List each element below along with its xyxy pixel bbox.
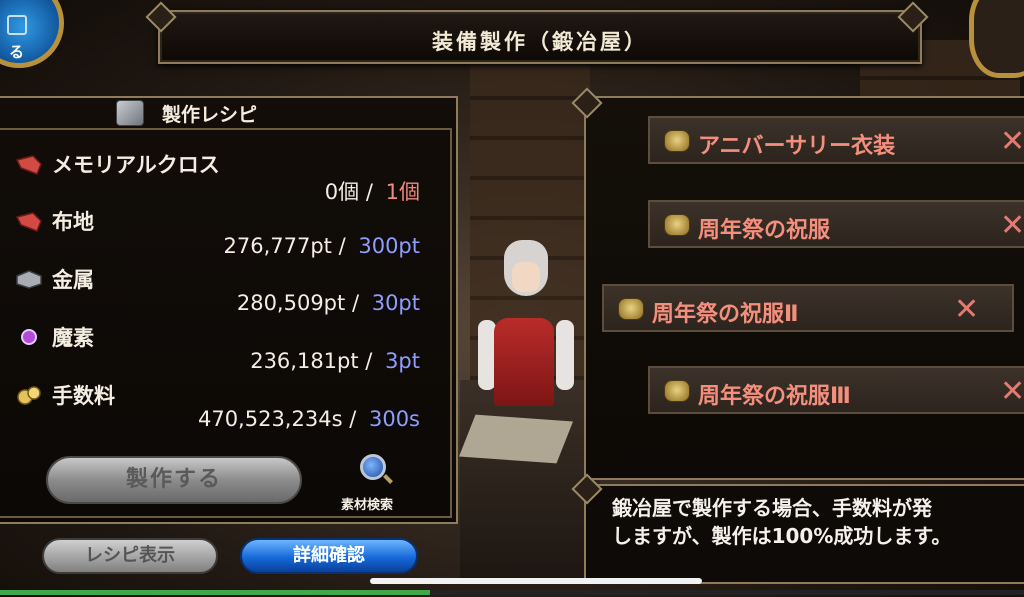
list-item-label: 周年祭の祝服Ⅲ	[698, 384, 851, 409]
material-name: 手数料	[52, 384, 115, 408]
product-count: 0個 / 1個	[325, 176, 420, 206]
list-item-label: 周年祭の祝服	[698, 218, 831, 243]
detail-button[interactable]: 詳細確認	[240, 538, 418, 574]
material-count: 470,523,234s / 300s	[198, 407, 420, 431]
count-separator: /	[338, 234, 346, 258]
treasure-icon	[664, 380, 690, 402]
cloth-icon	[15, 155, 42, 175]
message-text: 鍛冶屋で製作する場合、手数料が発 しますが、製作は100%成功します。	[612, 494, 1024, 550]
progress-bar	[0, 590, 1024, 595]
count-separator: /	[365, 349, 373, 373]
message-line: しますが、製作は100%成功します。	[612, 524, 952, 548]
page-title: 装備製作（鍛冶屋）	[432, 30, 648, 54]
character-arm-right	[556, 320, 574, 390]
close-icon[interactable]: ✕	[1000, 374, 1024, 409]
list-item-label: アニバーサリー衣装	[698, 134, 896, 159]
list-item[interactable]: アニバーサリー衣装 ✕	[648, 116, 1024, 164]
character-face	[512, 262, 540, 292]
message-line: 鍛冶屋で製作する場合、手数料が発	[612, 496, 932, 520]
material-count: 236,181pt / 3pt	[250, 349, 420, 373]
metal-icon	[16, 270, 42, 289]
back-button[interactable]: る	[0, 0, 64, 68]
coins-icon	[17, 386, 41, 405]
title-banner: 装備製作（鍛冶屋）	[158, 10, 922, 64]
material-name: 布地	[52, 210, 94, 234]
material-have: 470,523,234s	[197, 407, 343, 431]
magic-orb-icon	[21, 329, 37, 345]
treasure-icon	[618, 298, 644, 320]
back-button-label: る	[9, 43, 25, 61]
count-separator: /	[365, 180, 373, 204]
corner-ornament-icon	[969, 0, 1024, 78]
back-icon	[7, 15, 27, 35]
background-paper	[458, 414, 574, 464]
list-item-selected[interactable]: 周年祭の祝服Ⅱ ✕	[602, 284, 1014, 332]
material-name: 金属	[52, 268, 94, 292]
material-need: 3pt	[385, 349, 420, 373]
material-need: 300s	[368, 407, 420, 431]
material-have: 236,181pt	[250, 349, 359, 373]
material-count: 276,777pt / 300pt	[223, 234, 420, 258]
home-indicator[interactable]	[370, 578, 702, 584]
close-icon[interactable]: ✕	[1000, 124, 1024, 159]
material-have: 276,777pt	[223, 234, 332, 258]
material-search-button[interactable]: 素材検索	[341, 494, 393, 513]
close-icon[interactable]: ✕	[954, 292, 979, 327]
recipe-view-button[interactable]: レシピ表示	[42, 538, 218, 574]
magnifier-icon[interactable]	[360, 454, 386, 480]
product-need: 1個	[385, 180, 420, 204]
treasure-icon	[664, 130, 690, 152]
material-name: 魔素	[52, 326, 94, 350]
progress-fill	[0, 590, 431, 595]
material-have: 280,509pt	[236, 291, 346, 315]
material-count: 280,509pt / 30pt	[237, 291, 420, 315]
product-name: メモリアルクロス	[52, 153, 220, 177]
game-scene: る 装備製作（鍛冶屋） 製作レシピ メモリアルクロス 0個 / 1個 布地 27…	[0, 0, 1024, 597]
list-item-label: 周年祭の祝服Ⅱ	[652, 302, 799, 327]
list-item[interactable]: 周年祭の祝服 ✕	[648, 200, 1024, 248]
count-separator: /	[349, 407, 357, 431]
close-icon[interactable]: ✕	[1000, 208, 1024, 243]
make-button[interactable]: 製作する	[46, 456, 302, 504]
cloth-icon	[15, 212, 42, 232]
recipe-chest-icon	[116, 100, 144, 126]
count-separator: /	[351, 291, 360, 315]
character-body[interactable]	[494, 318, 554, 406]
list-item[interactable]: 周年祭の祝服Ⅲ ✕	[648, 366, 1024, 414]
material-need: 300pt	[358, 234, 420, 258]
treasure-icon	[664, 214, 690, 236]
material-need: 30pt	[371, 291, 420, 315]
product-have: 0個	[324, 180, 360, 204]
recipe-title: 製作レシピ	[162, 104, 258, 126]
